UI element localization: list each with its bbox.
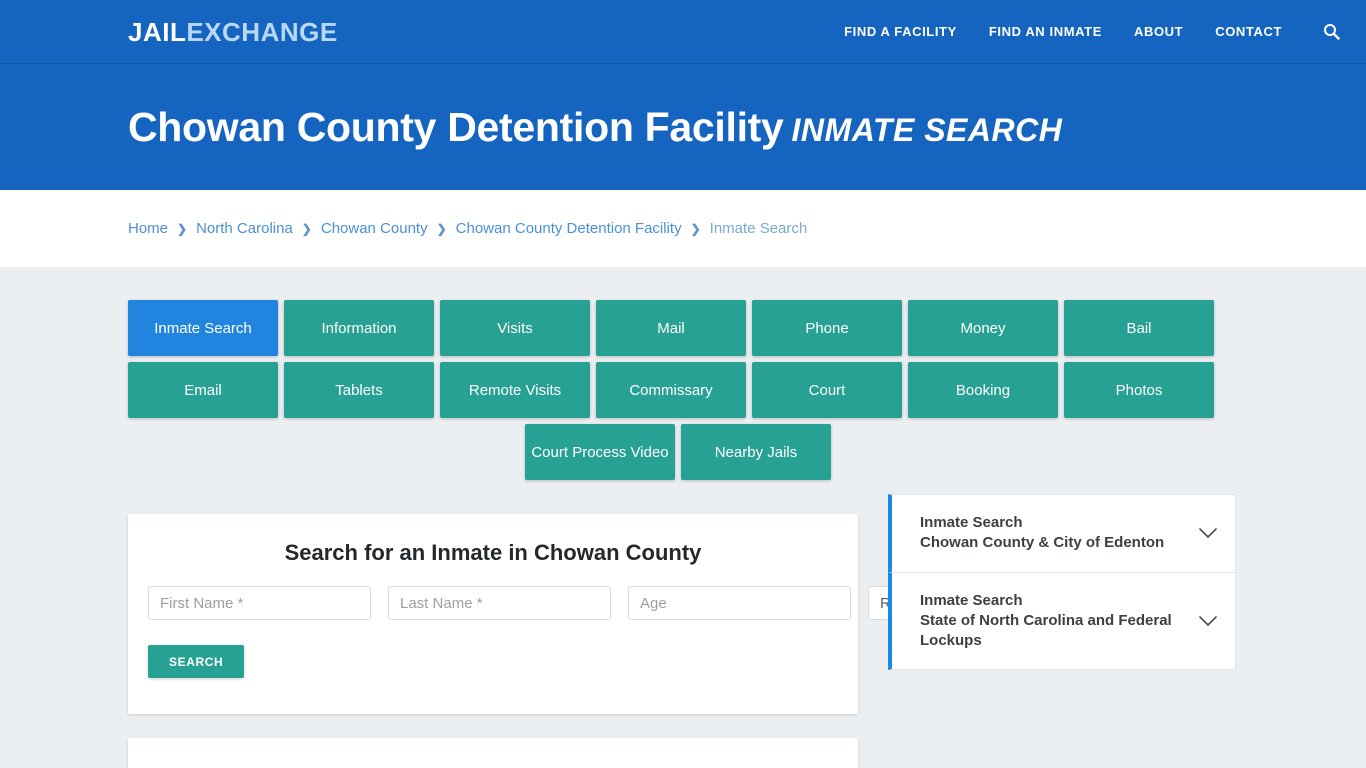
tab-mail[interactable]: Mail [596,300,746,356]
page-title: Chowan County Detention Facility INMATE S… [128,104,1062,151]
chevron-right-icon: ❯ [436,221,447,236]
tab-nearby-jails[interactable]: Nearby Jails [681,424,831,480]
tab-booking[interactable]: Booking [908,362,1058,418]
accordion-label-group: Inmate Search Chowan County & City of Ed… [920,513,1187,554]
content-columns: Search for an Inmate in Chowan County Ra… [128,494,1238,768]
nav-find-an-inmate[interactable]: FIND AN INMATE [989,24,1102,39]
main-nav: FIND A FACILITY FIND AN INMATE ABOUT CON… [844,21,1342,43]
tab-visits[interactable]: Visits [440,300,590,356]
first-name-input[interactable] [148,586,371,620]
nav-find-a-facility[interactable]: FIND A FACILITY [844,24,957,39]
tab-remote-visits[interactable]: Remote Visits [440,362,590,418]
breadcrumb-item-current: Inmate Search [709,220,808,237]
chevron-right-icon: ❯ [177,221,188,236]
tab-phone[interactable]: Phone [752,300,902,356]
breadcrumb-item-home[interactable]: Home [128,220,168,237]
chevron-down-icon[interactable] [1197,610,1219,632]
chevron-right-icon: ❯ [301,221,312,236]
tab-photos[interactable]: Photos [1064,362,1214,418]
accordion-title: Inmate Search [920,591,1023,609]
chevron-right-icon: ❯ [690,221,701,236]
breadcrumb-item-north-carolina[interactable]: North Carolina [196,220,293,237]
inmate-search-form: Race [148,586,1031,620]
inmate-search-card: Search for an Inmate in Chowan County Ra… [128,514,1031,714]
accordion-inmate-search-state[interactable]: Inmate Search State of North Carolina an… [888,572,1236,671]
breadcrumb-item-facility[interactable]: Chowan County Detention Facility [456,220,682,237]
site-logo[interactable]: JAILEXCHANGE [128,19,338,45]
tab-inmate-search[interactable]: Inmate Search [128,300,278,356]
top-navigation-bar: JAILEXCHANGE FIND A FACILITY FIND AN INM… [0,0,1366,64]
chevron-down-icon[interactable] [1197,522,1219,544]
nav-about[interactable]: ABOUT [1134,24,1183,39]
search-button[interactable]: SEARCH [148,645,245,678]
tab-commissary[interactable]: Commissary [596,362,746,418]
breadcrumb-item-chowan-county[interactable]: Chowan County [321,220,428,237]
breadcrumb: Home ❯ North Carolina ❯ Chowan County ❯ … [128,220,807,237]
tab-court[interactable]: Court [752,362,902,418]
facility-tab-row-2: Email Tablets Remote Visits Commissary C… [128,362,1228,418]
secondary-content-card [128,738,858,768]
logo-part-jail: JAIL [128,16,187,47]
tab-information[interactable]: Information [284,300,434,356]
accordion-label-group: Inmate Search State of North Carolina an… [920,591,1187,652]
hero-banner: Chowan County Detention Facility INMATE S… [0,64,1366,190]
facility-tab-row-3: Court Process Video Nearby Jails [128,424,1228,480]
page-title-facility: Chowan County Detention Facility [128,103,784,150]
breadcrumb-bar: Home ❯ North Carolina ❯ Chowan County ❯ … [0,190,1366,267]
left-column: Search for an Inmate in Chowan County Ra… [128,514,1031,768]
accordion-inmate-search-county[interactable]: Inmate Search Chowan County & City of Ed… [888,494,1236,573]
page-title-section: INMATE SEARCH [791,111,1063,148]
right-column: Inmate Search Chowan County & City of Ed… [888,494,1236,671]
accordion-title: Inmate Search [920,514,1023,531]
tab-money[interactable]: Money [908,300,1058,356]
logo-part-exchange: EXCHANGE [186,16,338,47]
tab-bail[interactable]: Bail [1064,300,1214,356]
age-input[interactable] [628,586,851,620]
facility-tab-row-1: Inmate Search Information Visits Mail Ph… [128,300,1228,356]
accordion-subtitle: State of North Carolina and Federal Lock… [920,611,1172,649]
tab-email[interactable]: Email [128,362,278,418]
main-content: Inmate Search Information Visits Mail Ph… [0,267,1366,768]
search-card-title: Search for an Inmate in Chowan County [284,540,702,565]
accordion-subtitle: Chowan County & City of Edenton [920,534,1165,552]
nav-contact[interactable]: CONTACT [1215,24,1282,39]
last-name-input[interactable] [388,586,611,620]
tab-court-process-video[interactable]: Court Process Video [525,424,675,480]
search-icon[interactable] [1320,21,1342,43]
tab-tablets[interactable]: Tablets [284,362,434,418]
